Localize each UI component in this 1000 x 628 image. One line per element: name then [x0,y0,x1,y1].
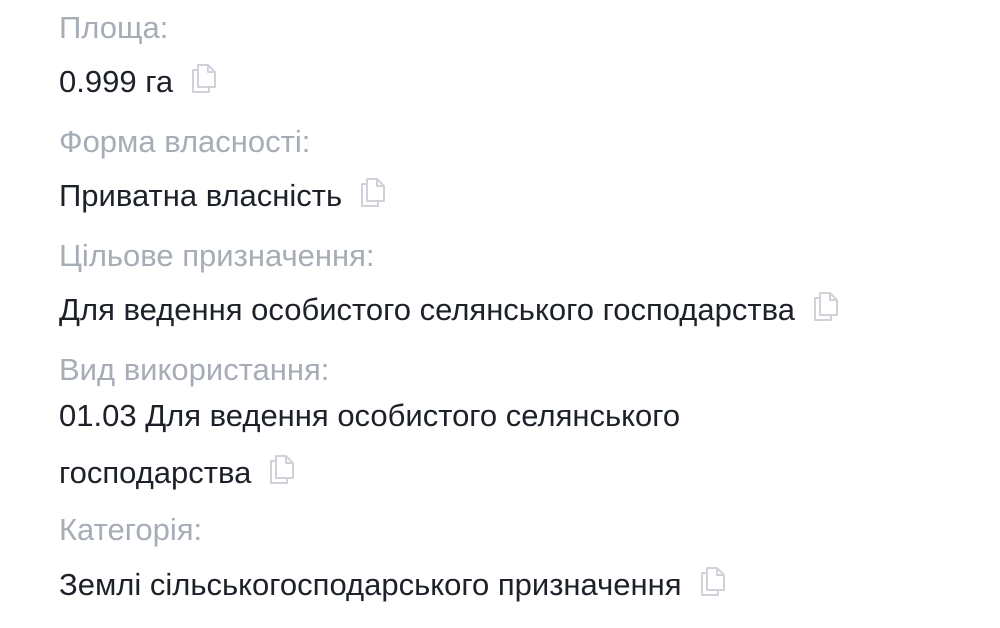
purpose-value-text: Для ведення особистого селянського госпо… [59,292,795,327]
copy-icon [192,64,217,93]
copy-usage-type-button[interactable] [267,453,297,485]
ownership-value: Приватна власність [59,167,388,224]
ownership-label: Форма власності: [59,124,311,159]
ownership-value-text: Приватна власність [59,178,343,213]
usage-type-label: Вид використання: [59,352,330,387]
usage-type-value: 01.03 Для ведення особистого селянського… [59,387,819,501]
copy-icon [361,178,386,207]
area-label: Площа: [59,10,169,45]
usage-type-value-text: 01.03 Для ведення особистого селянського… [59,398,681,490]
copy-ownership-button[interactable] [358,176,388,208]
copy-area-button[interactable] [189,62,219,94]
purpose-value: Для ведення особистого селянського госпо… [59,281,841,338]
copy-category-button[interactable] [698,565,728,597]
category-label: Категорія: [59,512,203,547]
category-value: Землі сільськогосподарського призначення [59,556,728,613]
area-value: 0.999 га [59,53,219,110]
copy-purpose-button[interactable] [811,290,841,322]
area-value-text: 0.999 га [59,64,174,99]
category-value-text: Землі сільськогосподарського призначення [59,567,682,602]
purpose-label: Цільове призначення: [59,238,375,273]
copy-icon [270,455,295,484]
copy-icon [813,292,838,321]
copy-icon [700,567,725,596]
